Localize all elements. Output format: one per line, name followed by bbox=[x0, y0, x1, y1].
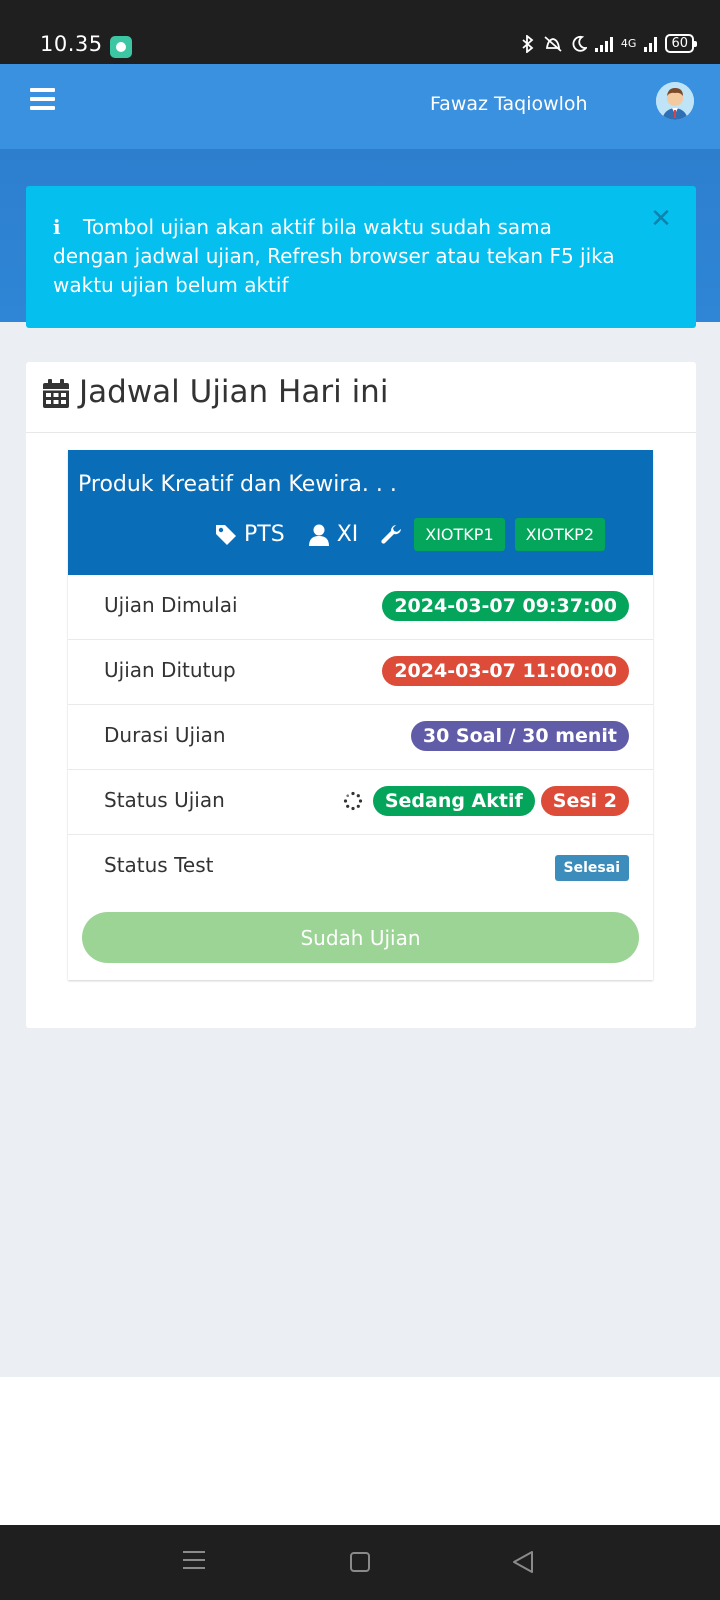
signal-icon bbox=[594, 36, 613, 52]
close-icon[interactable]: ✕ bbox=[648, 206, 674, 232]
moon-icon bbox=[572, 35, 587, 52]
room-badge: XIOTKP1 bbox=[414, 518, 505, 551]
duration-label: Durasi Ujian bbox=[104, 723, 226, 747]
status-icons: 4G 60 bbox=[521, 34, 697, 53]
test-status-label: Status Test bbox=[104, 853, 214, 877]
user-name[interactable]: Fawaz Taqiowloh bbox=[430, 93, 588, 115]
exam-class-label: XI bbox=[336, 522, 359, 547]
row-duration: Durasi Ujian 30 Soal / 30 menit bbox=[68, 705, 653, 770]
test-status-badge: Selesai bbox=[554, 855, 629, 881]
card-title: Jadwal Ujian Hari ini bbox=[79, 374, 389, 410]
info-icon: i bbox=[53, 215, 61, 239]
exam-card: Produk Kreatif dan Kewira. . . PTS XI XI… bbox=[68, 450, 653, 980]
back-icon[interactable] bbox=[510, 1549, 536, 1575]
room-badge: XIOTKP2 bbox=[514, 518, 605, 551]
schedule-card: Jadwal Ujian Hari ini Produk Kreatif dan… bbox=[26, 362, 696, 1028]
spinner-icon bbox=[343, 791, 362, 811]
user-avatar[interactable] bbox=[656, 82, 694, 120]
start-label: Ujian Dimulai bbox=[104, 593, 238, 617]
session-badge: Sesi 2 bbox=[540, 786, 629, 816]
status-active-badge: Sedang Aktif bbox=[372, 786, 535, 816]
exam-class: XI bbox=[307, 522, 359, 547]
duration-badge: 30 Soal / 30 menit bbox=[410, 721, 629, 751]
app-notification-icon bbox=[110, 36, 132, 58]
alert-message: Tombol ujian akan aktif bila waktu sudah… bbox=[53, 215, 615, 297]
signal-4g-icon bbox=[644, 36, 658, 52]
end-label: Ujian Ditutup bbox=[104, 658, 236, 682]
wrench-icon bbox=[381, 524, 402, 544]
end-time-badge: 2024-03-07 11:00:00 bbox=[382, 656, 629, 686]
exam-type-label: PTS bbox=[244, 522, 285, 547]
recent-apps-icon[interactable] bbox=[183, 1551, 205, 1571]
home-icon[interactable] bbox=[350, 1552, 370, 1572]
row-end: Ujian Ditutup 2024-03-07 11:00:00 bbox=[68, 640, 653, 705]
done-exam-button[interactable]: Sudah Ujian bbox=[82, 912, 639, 963]
bluetooth-icon bbox=[522, 34, 534, 53]
exam-header: Produk Kreatif dan Kewira. . . PTS XI XI… bbox=[68, 450, 653, 575]
user-icon bbox=[308, 524, 329, 546]
calendar-icon bbox=[43, 379, 69, 408]
tag-icon bbox=[216, 524, 237, 545]
info-alert: i Tombol ujian akan aktif bila waktu suda… bbox=[26, 186, 696, 328]
row-status: Status Ujian Sedang Aktif Sesi 2 bbox=[68, 770, 653, 835]
status-label: Status Ujian bbox=[104, 788, 225, 812]
exam-type: PTS bbox=[214, 522, 285, 547]
row-start: Ujian Dimulai 2024-03-07 09:37:00 bbox=[68, 575, 653, 640]
system-nav-bar bbox=[0, 1525, 720, 1600]
top-navbar: Fawaz Taqiowloh bbox=[0, 64, 720, 149]
battery-icon: 60 bbox=[665, 34, 697, 53]
status-time: 10.35 bbox=[40, 32, 103, 56]
hamburger-icon[interactable] bbox=[30, 88, 55, 110]
status-bar: 10.35 4G 60 bbox=[0, 0, 720, 64]
start-time-badge: 2024-03-07 09:37:00 bbox=[382, 591, 629, 621]
exam-subject: Produk Kreatif dan Kewira. . . bbox=[78, 472, 397, 497]
network-type-label: 4G bbox=[620, 37, 637, 50]
row-test-status: Status Test Selesai bbox=[68, 835, 653, 900]
mute-icon bbox=[544, 35, 562, 52]
card-header: Jadwal Ujian Hari ini bbox=[26, 362, 696, 433]
exam-meta: PTS XI XIOTKP1 XIOTKP2 bbox=[214, 518, 605, 551]
